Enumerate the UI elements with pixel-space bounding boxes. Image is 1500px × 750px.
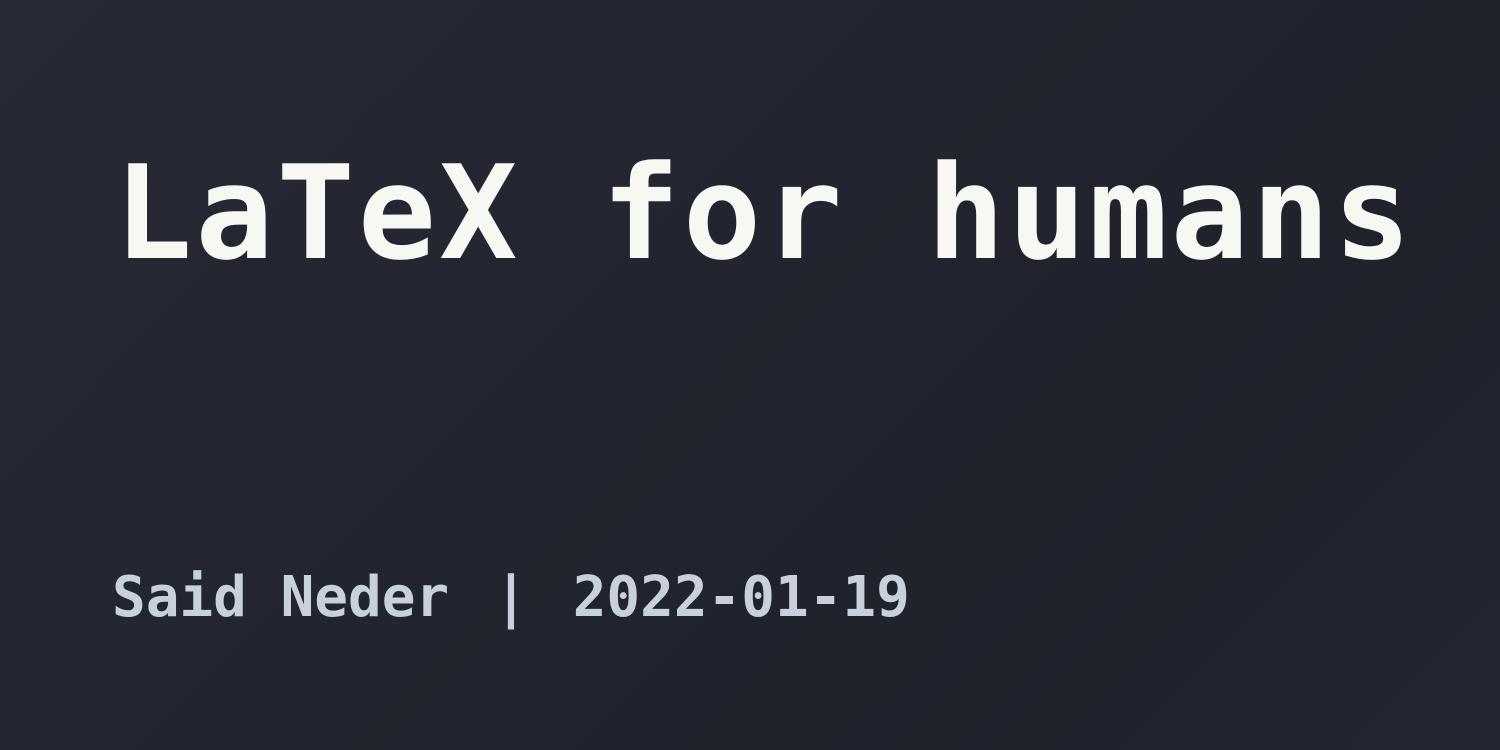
post-card: LaTeX for humans Said Neder | 2022-01-19 — [0, 0, 1500, 750]
post-byline: Said Neder | 2022-01-19 — [112, 570, 910, 626]
post-title: LaTeX for humans — [114, 137, 1415, 289]
post-date: 2022-01-19 — [572, 565, 910, 630]
author-name: Said Neder — [112, 565, 450, 630]
byline-separator: | — [494, 565, 528, 630]
